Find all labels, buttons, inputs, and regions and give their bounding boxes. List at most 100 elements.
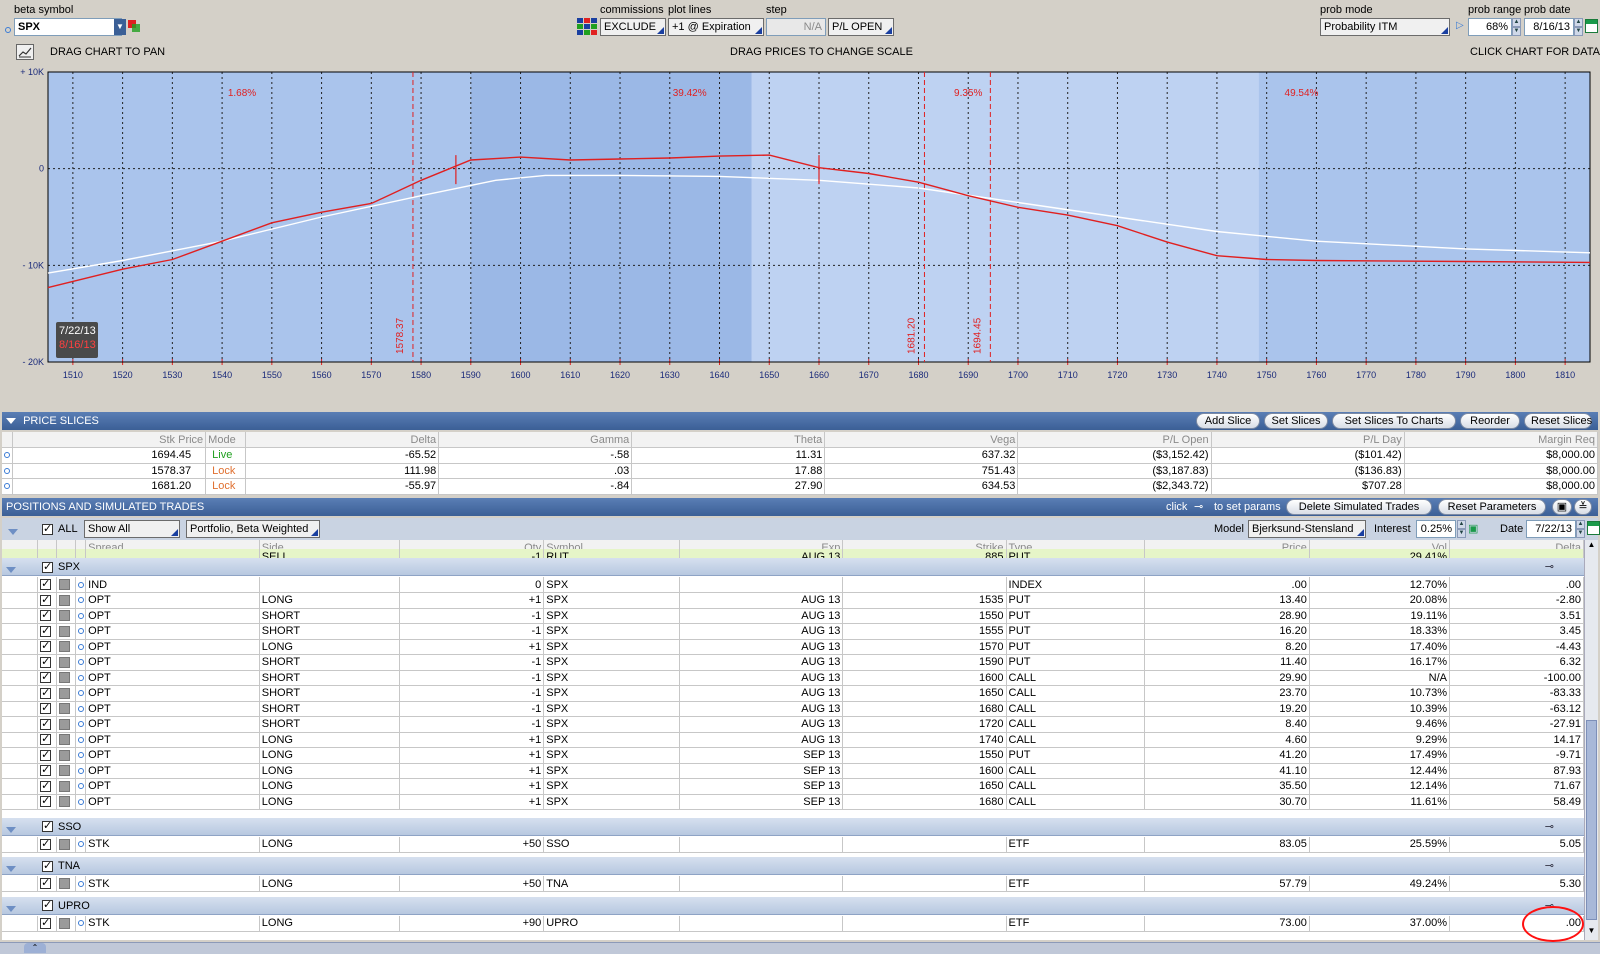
group-collapse-icon[interactable] — [6, 863, 16, 875]
row-checkbox[interactable] — [37, 577, 57, 593]
group-checkbox[interactable] — [42, 859, 53, 872]
qty-cell[interactable]: -1 — [399, 685, 545, 702]
group-params-icon[interactable]: ⊸ — [1545, 859, 1554, 872]
delete-simulated-trades-button[interactable]: Delete Simulated Trades — [1286, 499, 1432, 515]
group-collapse-icon[interactable] — [6, 903, 16, 915]
group-params-icon[interactable]: ⊸ — [1545, 560, 1554, 573]
strike-cell[interactable] — [842, 876, 1007, 893]
row-radio[interactable] — [75, 915, 87, 932]
qty-cell[interactable]: -1 — [399, 670, 545, 686]
row-radio[interactable] — [75, 670, 87, 686]
group-bar[interactable]: TNA ⊸ — [2, 857, 1584, 876]
position-row[interactable]: OPTLONG+1SPXAUG 131535PUT13.4020.08%-2.8… — [2, 592, 1584, 609]
row-toggle[interactable] — [56, 732, 76, 748]
row-checkbox[interactable] — [37, 747, 57, 764]
side-cell[interactable]: SHORT — [259, 685, 400, 702]
group-checkbox[interactable] — [42, 898, 53, 912]
group-params-icon[interactable]: ⊸ — [1545, 820, 1554, 833]
qty-cell[interactable]: +50 — [399, 876, 545, 893]
row-checkbox[interactable] — [37, 915, 57, 932]
row-checkbox[interactable] — [37, 778, 57, 795]
interest-stepper[interactable]: ▲ ▼ — [1457, 520, 1466, 538]
side-cell[interactable]: SHORT — [259, 623, 400, 640]
strike-cell[interactable]: 1550 — [842, 608, 1007, 624]
row-checkbox[interactable] — [37, 701, 57, 717]
prob-range-play-icon[interactable]: ▷ — [1456, 20, 1464, 31]
params-icon[interactable]: ⊸ — [1194, 498, 1203, 516]
row-checkbox[interactable] — [37, 654, 57, 671]
position-row[interactable]: OPTLONG+1SPXSEP 131600CALL41.1012.44%87.… — [2, 763, 1584, 779]
strike-cell[interactable]: 1555 — [842, 623, 1007, 640]
chart-type-icon[interactable] — [16, 44, 34, 60]
row-radio[interactable] — [75, 701, 87, 717]
side-cell[interactable]: LONG — [259, 836, 400, 853]
group-bar[interactable]: SSO ⊸ — [2, 817, 1584, 836]
row-toggle[interactable] — [56, 654, 76, 671]
strike-cell[interactable]: 1720 — [842, 716, 1007, 733]
row-toggle[interactable] — [56, 670, 76, 686]
position-row[interactable]: STKLONG+90UPROETF73.0037.00%.00 — [2, 915, 1584, 932]
row-radio[interactable] — [75, 876, 87, 893]
slice-mode-cell[interactable]: Live — [205, 447, 247, 464]
row-toggle[interactable] — [56, 608, 76, 624]
side-cell[interactable]: SHORT — [259, 608, 400, 624]
group-bar[interactable]: UPRO ⊸ — [2, 896, 1584, 915]
collapse-all-icon[interactable]: ≚ — [1574, 499, 1592, 515]
strike-cell[interactable]: 1590 — [842, 654, 1007, 671]
qty-cell[interactable]: +1 — [399, 592, 545, 609]
row-radio[interactable] — [75, 592, 87, 609]
position-row[interactable]: OPTLONG+1SPXAUG 131570PUT8.2017.40%-4.43 — [2, 639, 1584, 655]
qty-cell[interactable]: +50 — [399, 836, 545, 853]
prob-date-input[interactable]: 8/16/13 — [1524, 18, 1574, 36]
date-stepper[interactable]: ▲ ▼ — [1576, 520, 1585, 538]
slice-price-cell[interactable]: 1681.20 — [12, 478, 207, 495]
qty-cell[interactable]: +1 — [399, 747, 545, 764]
strike-cell[interactable]: 1550 — [842, 747, 1007, 764]
qty-cell[interactable]: +1 — [399, 794, 545, 810]
position-row[interactable]: IND0SPXINDEX.0012.70%.00 — [2, 577, 1584, 593]
positions-scrollbar[interactable]: ▲ ▼ — [1584, 540, 1598, 940]
qty-cell[interactable]: +1 — [399, 763, 545, 779]
side-cell[interactable] — [259, 577, 400, 593]
strike-cell[interactable] — [842, 836, 1007, 853]
date-calendar-icon[interactable] — [1587, 521, 1600, 535]
qty-cell[interactable]: -1 — [399, 654, 545, 671]
beta-symbol-dropdown-icon[interactable]: ▼ — [114, 19, 126, 35]
strike-cell[interactable]: 1650 — [842, 778, 1007, 795]
slice-mode-cell[interactable]: Lock — [205, 463, 247, 479]
row-checkbox[interactable] — [37, 608, 57, 624]
qty-cell[interactable]: -1 — [399, 623, 545, 640]
group-checkbox[interactable] — [42, 560, 53, 573]
side-cell[interactable]: LONG — [259, 794, 400, 810]
row-radio[interactable] — [75, 623, 87, 640]
row-checkbox[interactable] — [37, 716, 57, 733]
row-radio[interactable] — [75, 732, 87, 748]
add-slice-button[interactable]: Add Slice — [1196, 413, 1260, 429]
side-cell[interactable]: SHORT — [259, 701, 400, 717]
side-cell[interactable]: SHORT — [259, 716, 400, 733]
row-toggle[interactable] — [56, 716, 76, 733]
prob-range-input[interactable]: 68% — [1468, 18, 1512, 36]
interest-input[interactable]: 0.25% — [1416, 520, 1456, 538]
row-toggle[interactable] — [56, 876, 76, 893]
strike-cell[interactable]: 1650 — [842, 685, 1007, 702]
reset-slices-button[interactable]: Reset Slices — [1524, 413, 1592, 429]
qty-cell[interactable]: +1 — [399, 639, 545, 655]
row-toggle[interactable] — [56, 794, 76, 810]
row-checkbox[interactable] — [37, 876, 57, 893]
row-radio[interactable] — [75, 716, 87, 733]
prob-mode-select[interactable]: Probability ITM — [1320, 18, 1450, 36]
strike-cell[interactable] — [842, 915, 1007, 932]
row-toggle[interactable] — [56, 778, 76, 795]
row-radio[interactable] — [75, 685, 87, 702]
row-toggle[interactable] — [56, 685, 76, 702]
position-row[interactable]: OPTSHORT-1SPXAUG 131650CALL23.7010.73%-8… — [2, 685, 1584, 702]
position-row[interactable]: STKLONG+50SSO ETF83.0525.59%5.05 — [2, 836, 1584, 853]
scroll-down-icon[interactable]: ▼ — [1585, 926, 1598, 940]
risk-profile-svg[interactable]: 1510 1520 1530 1540 1550 1560 1570 1580 1590 1600… — [4, 66, 1594, 396]
strike-cell[interactable] — [842, 577, 1007, 593]
position-row[interactable]: OPTSHORT-1SPXAUG 131680CALL19.2010.39%-6… — [2, 701, 1584, 717]
reset-parameters-button[interactable]: Reset Parameters — [1438, 499, 1546, 515]
slice-radio[interactable] — [2, 463, 13, 479]
group-bar[interactable]: SPX ⊸ — [2, 558, 1584, 576]
